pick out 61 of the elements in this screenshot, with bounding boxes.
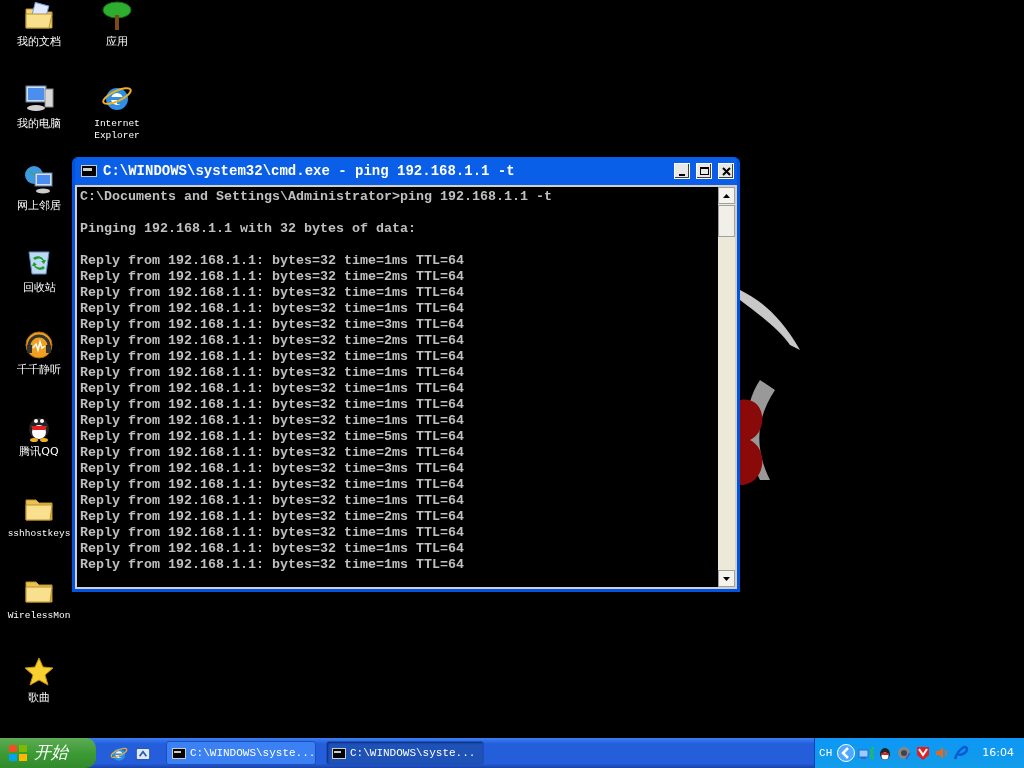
desktop-icon-label[interactable]: 回收站 bbox=[22, 282, 56, 294]
console-line: Reply from 192.168.1.1: bytes=32 time=1ms TTL=64 bbox=[80, 541, 465, 557]
globe-computer-icon[interactable] bbox=[23, 164, 55, 196]
shield-icon[interactable] bbox=[915, 745, 932, 761]
window-title: C:\WINDOWS\system32\cmd.exe - ping 192.168.1.1 -t bbox=[103, 161, 516, 181]
console-line: Reply from 192.168.1.1: bytes=32 time=2ms TTL=64 bbox=[80, 445, 465, 461]
desktop-icon-label[interactable]: 千千静听 bbox=[17, 364, 61, 376]
headphones-icon[interactable] bbox=[23, 328, 55, 360]
console-icon bbox=[172, 747, 186, 759]
desktop-icon-label[interactable]: 我的文档 bbox=[17, 36, 61, 48]
console-line: Reply from 192.168.1.1: bytes=32 time=1ms TTL=64 bbox=[80, 349, 465, 365]
desktop-icon-label[interactable]: WirelessMon bbox=[7, 610, 71, 622]
desktop-icon-label[interactable]: 应用 bbox=[106, 36, 128, 48]
scrollbar-thumb[interactable] bbox=[718, 205, 735, 237]
scroll-up-button[interactable] bbox=[718, 187, 735, 204]
desktop-icon-label[interactable]: 腾讯QQ bbox=[19, 446, 59, 458]
console-line: Pinging 192.168.1.1 with 32 bytes of data: bbox=[80, 221, 417, 237]
close-button[interactable] bbox=[718, 163, 734, 179]
taskbar-button[interactable]: C:\WINDOWS\syste... bbox=[166, 741, 316, 765]
scroll-down-button[interactable] bbox=[718, 570, 735, 587]
console-icon bbox=[81, 165, 97, 177]
console-line: Reply from 192.168.1.1: bytes=32 time=3ms TTL=64 bbox=[80, 317, 465, 333]
console-line: Reply from 192.168.1.1: bytes=32 time=1ms TTL=64 bbox=[80, 493, 465, 509]
console-line: Reply from 192.168.1.1: bytes=32 time=1ms TTL=64 bbox=[80, 381, 465, 397]
console-line: Reply from 192.168.1.1: bytes=32 time=1ms TTL=64 bbox=[80, 285, 465, 301]
down-arrow-icon bbox=[723, 576, 730, 581]
console-line: Reply from 192.168.1.1: bytes=32 time=1ms TTL=64 bbox=[80, 397, 465, 413]
console-line: Reply from 192.168.1.1: bytes=32 time=3ms TTL=64 bbox=[80, 461, 465, 477]
console-line: Reply from 192.168.1.1: bytes=32 time=1ms TTL=64 bbox=[80, 525, 465, 541]
console-line: Reply from 192.168.1.1: bytes=32 time=1ms TTL=64 bbox=[80, 413, 465, 429]
console-line: Reply from 192.168.1.1: bytes=32 time=1ms TTL=64 bbox=[80, 557, 465, 573]
minimize-glyph-icon bbox=[679, 173, 685, 176]
desktop-icon-label[interactable]: 我的电脑 bbox=[17, 118, 61, 130]
desktop-icon-label[interactable]: Internet Explorer bbox=[82, 118, 152, 142]
console-icon bbox=[332, 747, 346, 759]
up-arrow-icon bbox=[723, 193, 730, 198]
close-glyph-icon bbox=[720, 165, 732, 177]
console-line: Reply from 192.168.1.1: bytes=32 time=2ms TTL=64 bbox=[80, 333, 465, 349]
console-line: Reply from 192.168.1.1: bytes=32 time=1ms TTL=64 bbox=[80, 301, 465, 317]
minimize-button[interactable] bbox=[674, 163, 690, 179]
folder-icon[interactable] bbox=[23, 0, 55, 32]
chevron-icon[interactable] bbox=[837, 744, 856, 762]
windows-logo-icon bbox=[8, 744, 28, 762]
console-line: Reply from 192.168.1.1: bytes=32 time=1ms TTL=64 bbox=[80, 253, 465, 269]
desktop-icon-label[interactable]: 歌曲 bbox=[28, 692, 50, 704]
maximize-glyph-icon bbox=[698, 165, 710, 177]
tree-icon[interactable] bbox=[101, 0, 133, 32]
star-icon[interactable] bbox=[23, 656, 55, 688]
clock: 16:04 bbox=[982, 744, 1014, 761]
start-button[interactable]: 开始 bbox=[0, 738, 96, 768]
computer-icon[interactable] bbox=[23, 82, 55, 114]
console-line: Reply from 192.168.1.1: bytes=32 time=1ms TTL=64 bbox=[80, 365, 465, 381]
maximize-button[interactable] bbox=[696, 163, 712, 179]
desktop-icon-label[interactable]: sshhostkeys bbox=[7, 528, 71, 540]
console-line: Reply from 192.168.1.1: bytes=32 time=2ms TTL=64 bbox=[80, 269, 465, 285]
console-line: Reply from 192.168.1.1: bytes=32 time=1ms TTL=64 bbox=[80, 477, 465, 493]
console-line: Reply from 192.168.1.1: bytes=32 time=5ms TTL=64 bbox=[80, 429, 465, 445]
desktop-icon-label[interactable]: 网上邻居 bbox=[17, 200, 61, 212]
console-line: C:\Documents and Settings\Administrator>ping 192.168.1.1 -t bbox=[80, 189, 553, 205]
console-line: Reply from 192.168.1.1: bytes=32 time=2ms TTL=64 bbox=[80, 509, 465, 525]
taskbar-button[interactable]: C:\WINDOWS\syste... bbox=[326, 741, 484, 765]
